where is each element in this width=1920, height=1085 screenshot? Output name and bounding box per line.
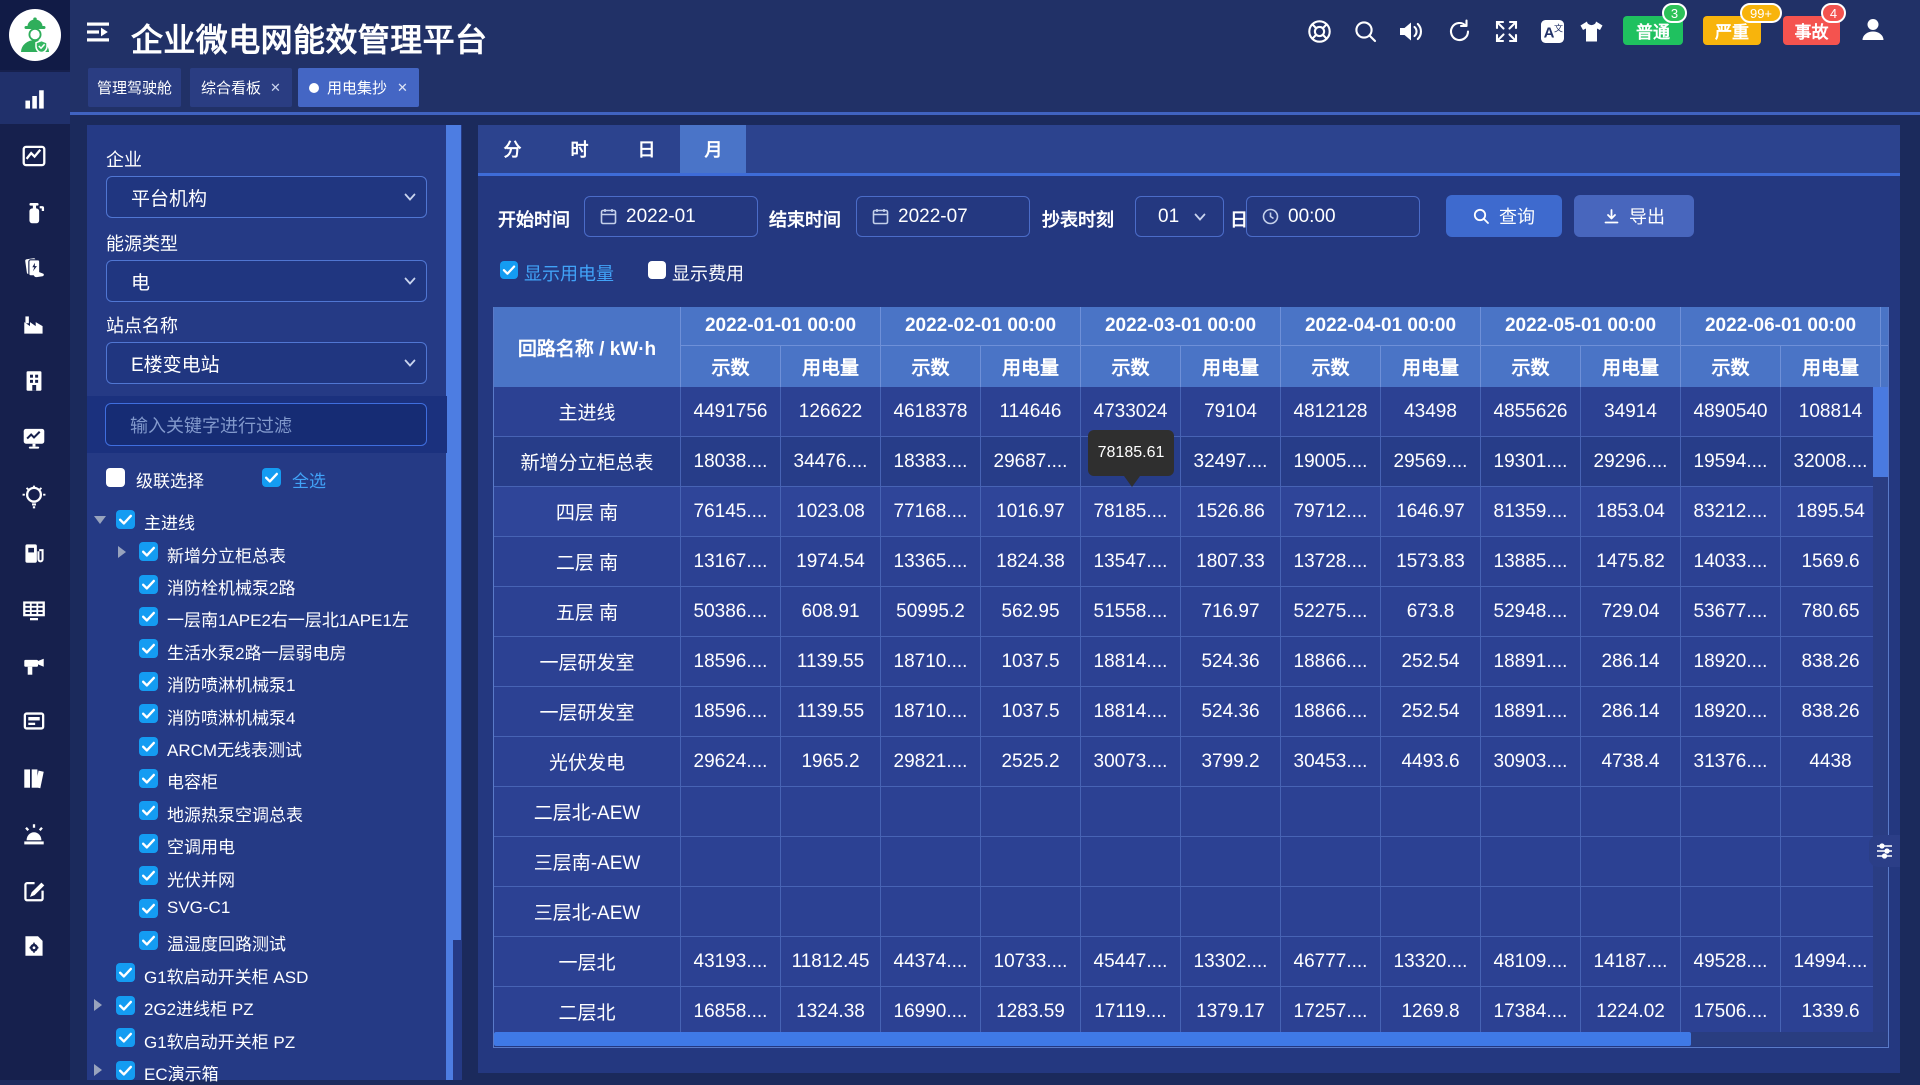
svg-text:文: 文 [1554,23,1563,34]
svg-text:A: A [1544,25,1555,42]
